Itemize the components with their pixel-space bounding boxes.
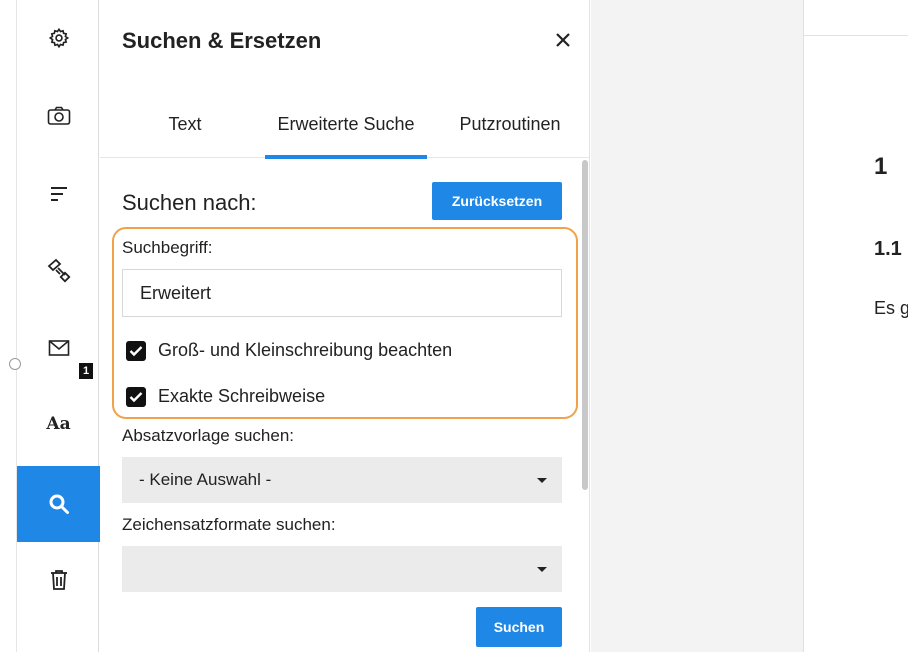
paragraph-style-select[interactable]: - Keine Auswahl - [122,457,562,503]
camera-icon [47,106,71,126]
case-sensitive-option[interactable]: Groß- und Kleinschreibung beachten [126,340,452,361]
font-icon: Aa [46,414,71,434]
case-sensitive-checkbox[interactable] [126,340,146,361]
chevron-down-icon [537,478,547,483]
tab-bar: Text Erweiterte Suche Putzroutinen [100,90,590,159]
format-brush-button[interactable] [17,232,100,308]
doc-heading-1-1: 1.1 [874,238,902,260]
paint-brush-icon [46,257,72,283]
settings-button[interactable] [17,0,100,76]
case-sensitive-label: Groß- und Kleinschreibung beachten [158,340,453,360]
tab-advanced-search[interactable]: Erweiterte Suche [265,90,427,159]
filter-lines-icon [49,185,69,203]
search-term-input[interactable]: Erweitert [122,269,562,317]
trash-icon [50,569,68,591]
font-count-badge: 1 [79,363,93,379]
tab-text[interactable]: Text [140,90,230,158]
search-button[interactable] [17,466,100,542]
search-for-heading: Suchen nach: [122,190,257,215]
paragraph-style-label: Absatzvorlage suchen: [122,426,294,445]
filter-button[interactable] [17,156,100,232]
tab-cleanup-routines[interactable]: Putzroutinen [445,90,575,158]
document-page: 1 1.1 Es g [803,0,908,652]
exact-spelling-checkbox[interactable] [126,386,146,407]
paragraph-style-value: - Keine Auswahl - [139,470,272,489]
search-replace-panel: Suchen & Ersetzen Text Erweiterte Suche … [100,0,590,652]
reset-button[interactable]: Zurücksetzen [432,182,562,220]
close-button[interactable] [551,30,575,54]
doc-body-text: Es g [874,298,908,318]
exact-spelling-label: Exakte Schreibweise [158,386,326,406]
doc-heading-1: 1 [874,153,888,180]
camera-button[interactable] [17,78,100,154]
trash-button[interactable] [17,542,100,618]
active-pointer [91,496,99,512]
search-submit-button[interactable]: Suchen [476,607,562,647]
gear-icon [48,27,70,49]
char-format-select[interactable] [122,546,562,592]
resize-handle[interactable] [9,358,21,370]
mail-icon [48,339,70,357]
panel-title: Suchen & Ersetzen [122,28,322,53]
font-button[interactable]: Aa [17,386,100,462]
close-icon [555,32,571,53]
canvas-background [591,0,803,652]
search-icon [48,493,70,515]
search-term-label: Suchbegriff: [122,238,213,257]
icon-rail: Aa [16,0,100,652]
char-format-label: Zeichensatzformate suchen: [122,515,336,534]
chevron-down-icon [537,567,547,572]
exact-spelling-option[interactable]: Exakte Schreibweise [126,386,325,407]
panel-scrollbar[interactable] [582,160,588,490]
ruler [804,0,908,36]
